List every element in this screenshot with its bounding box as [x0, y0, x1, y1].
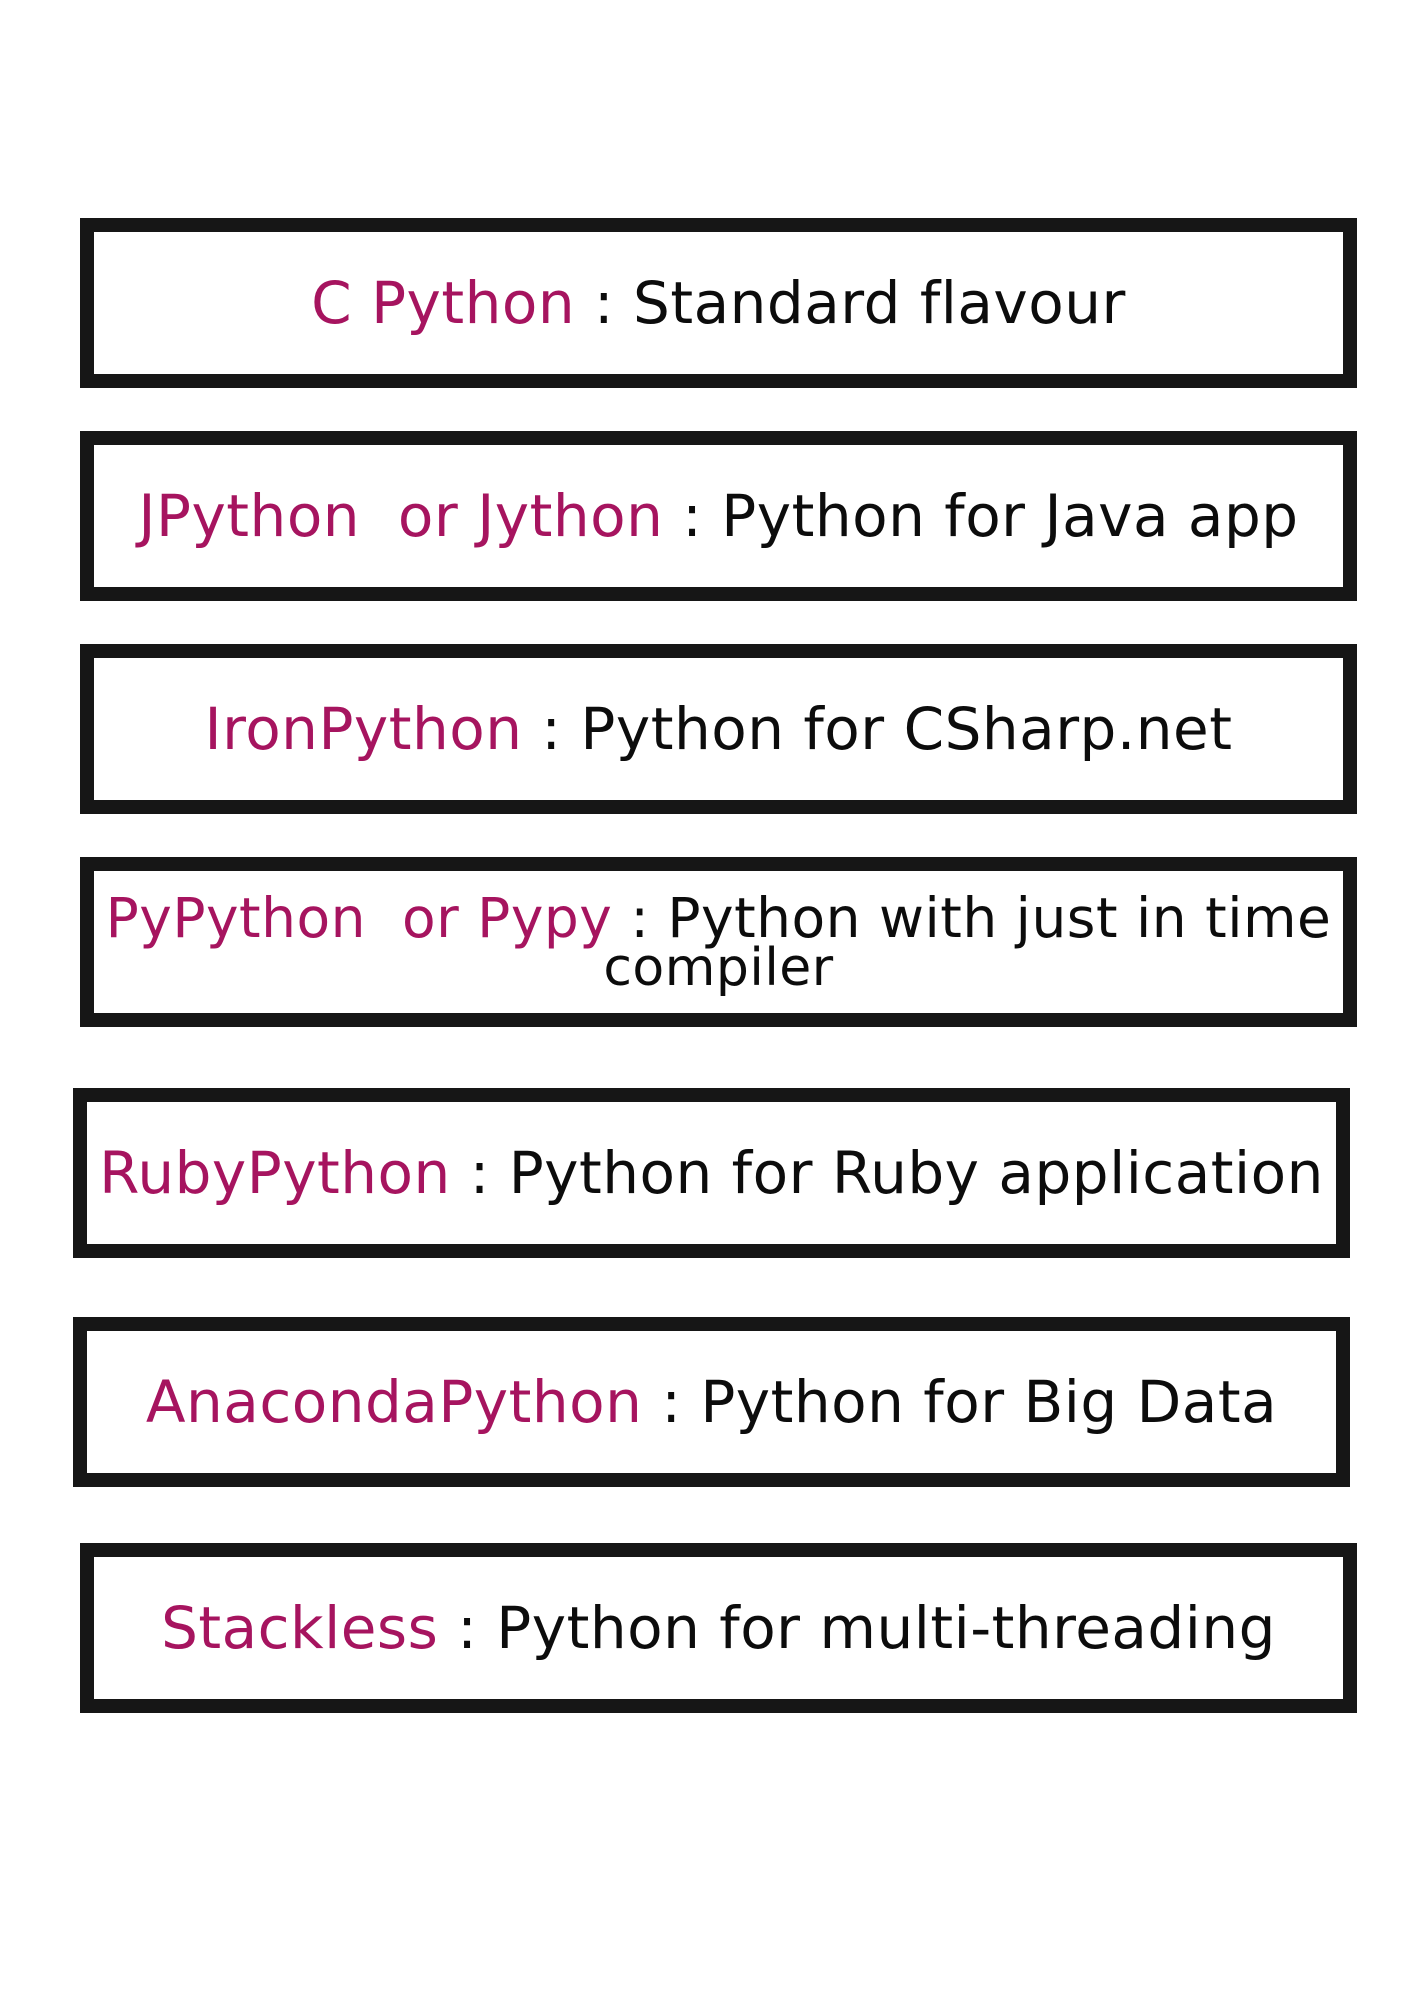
- separator: :: [450, 1139, 509, 1207]
- separator: :: [438, 1594, 497, 1662]
- flavour-name: JPython or Jython: [138, 482, 664, 550]
- flavour-card-pypy: PyPython or Pypy : Python with just in t…: [80, 857, 1357, 1027]
- flavour-card-stackless: Stackless : Python for multi-threading: [80, 1543, 1357, 1713]
- flavour-card-jython: JPython or Jython : Python for Java app: [80, 431, 1357, 601]
- flavour-card-anacondapython: AnacondaPython : Python for Big Data: [73, 1317, 1350, 1487]
- flavour-description: Python for Java app: [721, 482, 1299, 550]
- flavour-description: Python for CSharp.net: [580, 695, 1233, 763]
- flavour-description: Python for multi-threading: [496, 1594, 1276, 1662]
- flavour-description: Standard flavour: [633, 269, 1126, 337]
- flavour-name: RubyPython: [99, 1139, 451, 1207]
- separator: :: [663, 482, 722, 550]
- flavour-description: Python for Ruby application: [508, 1139, 1324, 1207]
- flavour-line: AnacondaPython : Python for Big Data: [146, 1373, 1277, 1431]
- flavour-line: Stackless : Python for multi-threading: [161, 1599, 1276, 1657]
- flavour-description-wrap: compiler: [603, 937, 834, 998]
- flavour-line: IronPython : Python for CSharp.net: [205, 700, 1233, 758]
- flavour-card-rubypython: RubyPython : Python for Ruby application: [73, 1088, 1350, 1258]
- flavour-description: Python for Big Data: [700, 1368, 1278, 1436]
- flavour-line: RubyPython : Python for Ruby application: [99, 1144, 1324, 1202]
- separator: :: [642, 1368, 701, 1436]
- flavour-line: JPython or Jython : Python for Java app: [138, 487, 1298, 545]
- flavour-card-cpython: C Python : Standard flavour: [80, 218, 1357, 388]
- separator: :: [522, 695, 581, 763]
- flavour-name: C Python: [311, 269, 576, 337]
- flavour-name: AnacondaPython: [145, 1368, 643, 1436]
- flavour-name: Stackless: [161, 1594, 439, 1662]
- flavour-card-ironpython: IronPython : Python for CSharp.net: [80, 644, 1357, 814]
- separator: :: [575, 269, 634, 337]
- flavour-line: C Python : Standard flavour: [311, 274, 1126, 332]
- flavour-name: PyPython or Pypy: [105, 885, 613, 950]
- flavour-name: IronPython: [204, 695, 523, 763]
- flavour-text-block: PyPython or Pypy : Python with just in t…: [106, 890, 1332, 998]
